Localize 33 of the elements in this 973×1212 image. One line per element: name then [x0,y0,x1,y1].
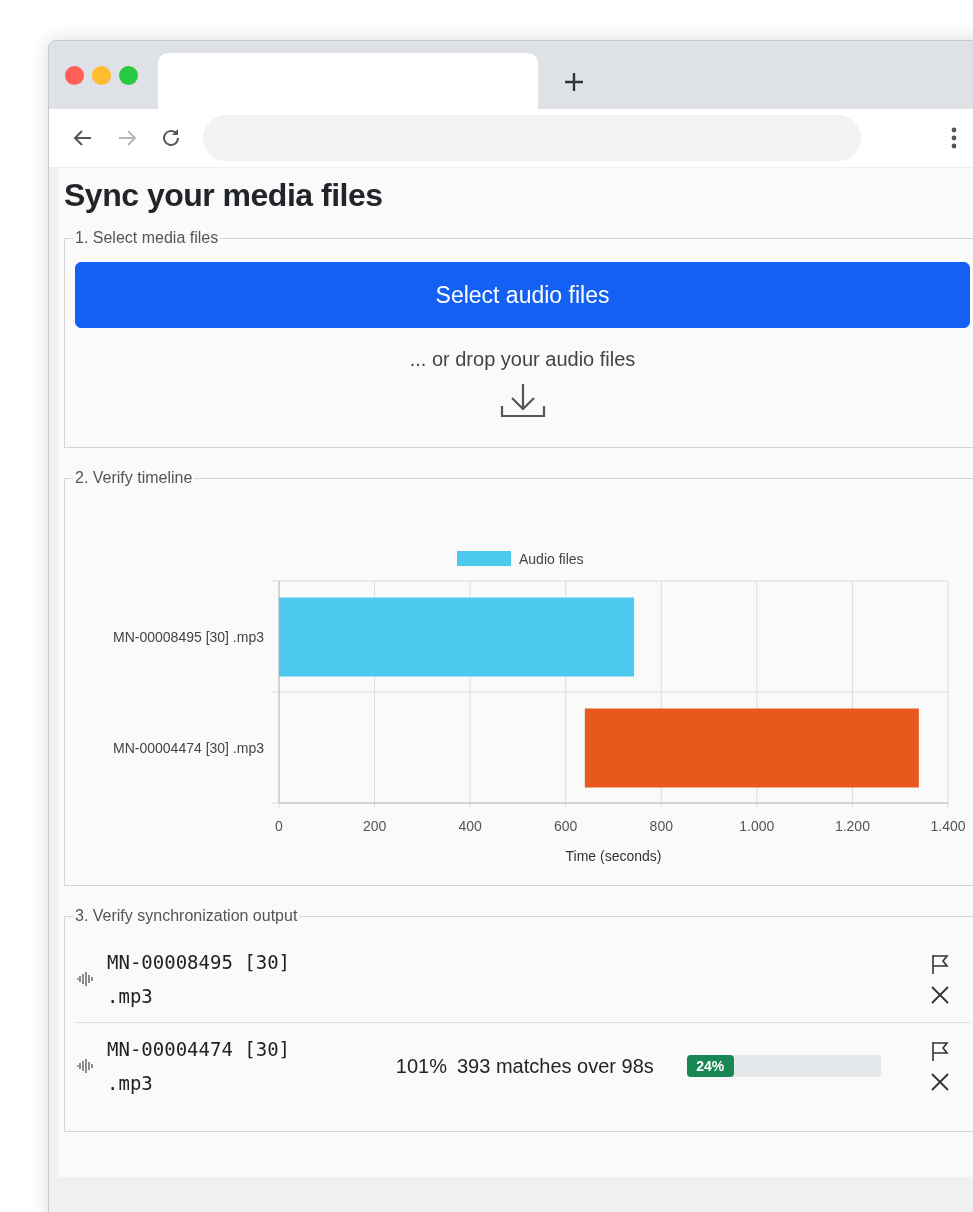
match-summary: 393 matches over 98s [457,1053,655,1079]
tick-label: 400 [458,818,482,835]
category-label: MN-00004474 [30] .mp3 [113,739,264,756]
tick-label: 600 [554,818,578,835]
section-legend: 2. Verify timeline [73,466,195,491]
tick-label: 200 [362,818,387,835]
flag-icon[interactable] [930,953,950,976]
close-icon[interactable] [930,985,950,1006]
category-label: MN-00008495 [30] .mp3 [113,628,264,645]
file-name: MN-00004474 [30] .mp3 [107,1036,292,1096]
new-tab-icon[interactable] [562,70,586,94]
close-icon[interactable] [930,1071,950,1092]
axis-title: Time (seconds) [565,848,662,865]
tick-label: 0 [275,818,283,835]
legend-label: Audio files [519,551,584,568]
tick-label: 800 [649,818,673,835]
page-title: Sync your media files [64,176,384,215]
match-percent: 101% [394,1053,447,1079]
tick-label: 1.000 [739,818,775,835]
more-menu-icon[interactable] [951,126,957,150]
section-legend: 3. Verify synchronization output [73,904,300,929]
flag-icon[interactable] [930,1039,950,1062]
drop-hint: ... or drop your audio files [409,348,636,371]
waveform-icon [75,1057,95,1074]
progress-fill: 24% [687,1054,734,1077]
legend-swatch [457,551,511,567]
section-legend: 1. Select media files [73,226,221,251]
file-name: MN-00008495 [30] .mp3 [107,950,292,1010]
waveform-icon [75,971,95,988]
select-audio-files-button[interactable]: Select audio files [75,262,970,329]
download-icon [499,382,546,419]
tick-label: 1.200 [834,818,870,835]
tick-label: 1.400 [930,818,966,835]
